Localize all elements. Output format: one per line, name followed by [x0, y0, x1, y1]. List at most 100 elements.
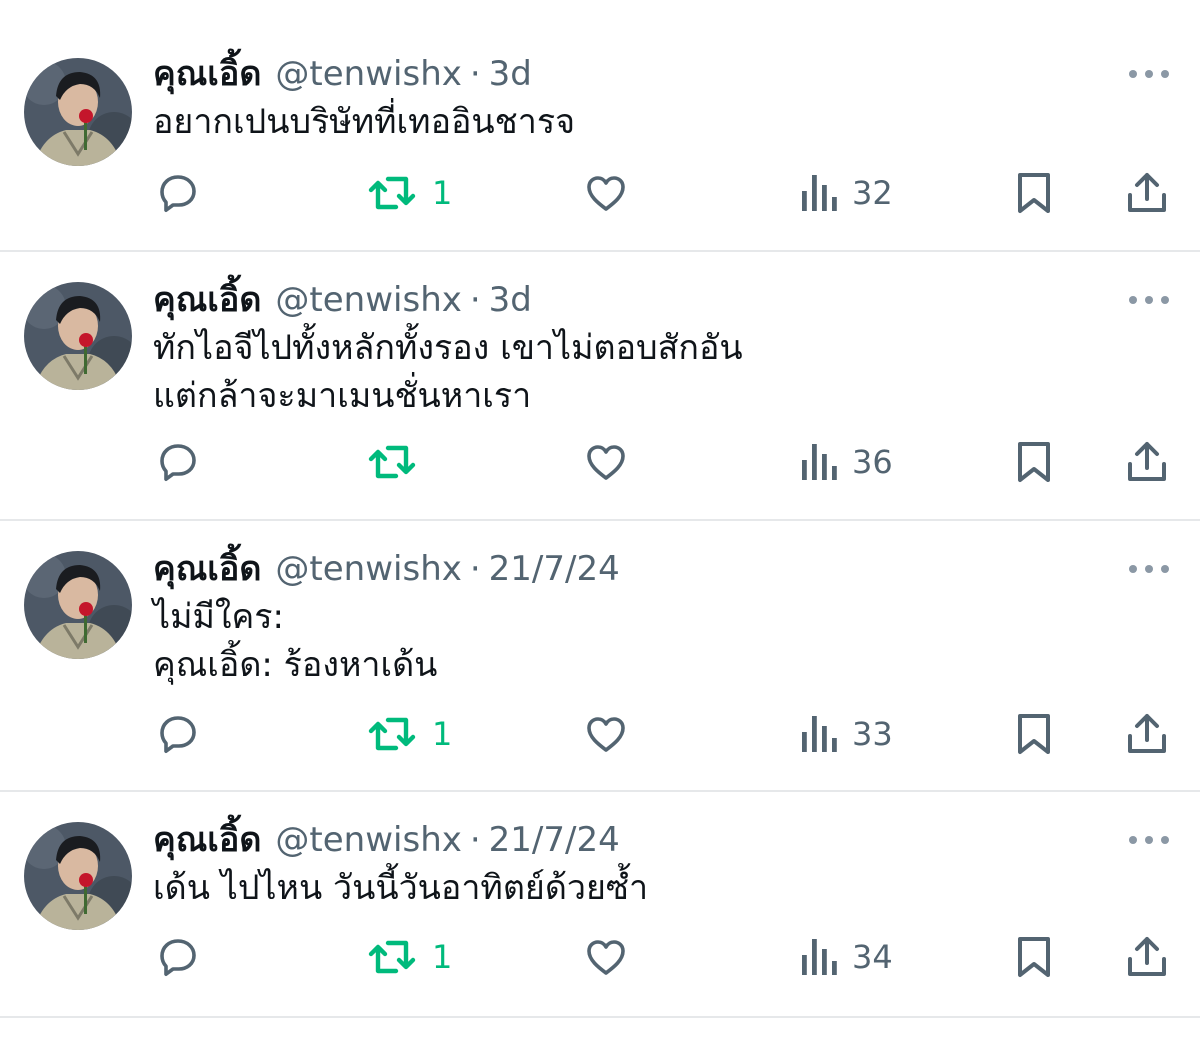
tweet-header: คุณเอิ้ด @tenwishx · 3d: [153, 276, 1140, 324]
like-button[interactable]: [582, 163, 642, 223]
bookmark-button[interactable]: [1012, 432, 1056, 492]
tweet-actions: 36: [0, 432, 1200, 492]
reply-button[interactable]: [154, 704, 214, 764]
timestamp[interactable]: 21/7/24: [489, 816, 620, 864]
avatar[interactable]: [24, 551, 132, 659]
avatar[interactable]: [24, 58, 132, 166]
tweet-text: ไม่มีใคร: คุณเอิ้ด: ร้องหาเด้น: [153, 597, 438, 685]
share-icon: [1124, 169, 1170, 217]
author-name[interactable]: คุณเอิ้ด: [153, 545, 261, 593]
author-name[interactable]: คุณเอิ้ด: [153, 50, 261, 98]
bookmark-button[interactable]: [1012, 163, 1056, 223]
separator-dot: ·: [469, 549, 481, 589]
author-handle[interactable]: @tenwishx: [275, 276, 461, 324]
avatar[interactable]: [24, 282, 132, 390]
share-icon: [1124, 933, 1170, 981]
tweet[interactable]: คุณเอิ้ด @tenwishx · 21/7/24 ไม่มีใคร: ค…: [0, 521, 1200, 792]
reply-icon: [154, 169, 202, 217]
reply-button[interactable]: [154, 432, 214, 492]
reply-icon: [154, 438, 202, 486]
tweet-text: ทักไอจีไปทั้งหลักทั้งรอง เขาไม่ตอบสักอัน…: [153, 328, 743, 416]
retweet-icon: [366, 933, 418, 981]
reply-button[interactable]: [154, 163, 214, 223]
separator-dot: ·: [469, 54, 481, 94]
tweet-header: คุณเอิ้ด @tenwishx · 21/7/24: [153, 816, 1140, 864]
views-count: 32: [852, 174, 893, 212]
reply-icon: [154, 710, 202, 758]
retweet-button[interactable]: [366, 432, 432, 492]
more-icon[interactable]: [1128, 64, 1170, 84]
tweet-actions: 1 34: [0, 927, 1200, 987]
views-button[interactable]: 32: [800, 163, 893, 223]
views-icon: [800, 438, 840, 486]
like-button[interactable]: [582, 927, 642, 987]
retweet-button[interactable]: 1: [366, 163, 452, 223]
timestamp[interactable]: 21/7/24: [489, 545, 620, 593]
tweet[interactable]: คุณเอิ้ด @tenwishx · 21/7/24 เด้น ไปไหน …: [0, 792, 1200, 1018]
bookmark-icon: [1012, 169, 1056, 217]
retweet-icon: [366, 438, 418, 486]
views-icon: [800, 169, 840, 217]
tweet[interactable]: คุณเอิ้ด @tenwishx · 3d ทักไอจีไปทั้งหลั…: [0, 252, 1200, 521]
views-count: 33: [852, 715, 893, 753]
tweet-content: คุณเอิ้ด @tenwishx · 21/7/24 ไม่มีใคร: ค…: [153, 545, 1140, 689]
views-icon: [800, 710, 840, 758]
more-icon[interactable]: [1128, 559, 1170, 579]
author-handle[interactable]: @tenwishx: [275, 816, 461, 864]
separator-dot: ·: [469, 820, 481, 860]
views-count: 36: [852, 443, 893, 481]
bookmark-icon: [1012, 933, 1056, 981]
timestamp[interactable]: 3d: [489, 50, 532, 98]
share-icon: [1124, 438, 1170, 486]
views-button[interactable]: 33: [800, 704, 893, 764]
retweet-button[interactable]: 1: [366, 927, 452, 987]
heart-icon: [582, 710, 630, 758]
tweet-content: คุณเอิ้ด @tenwishx · 3d ทักไอจีไปทั้งหลั…: [153, 276, 1140, 420]
like-button[interactable]: [582, 432, 642, 492]
heart-icon: [582, 933, 630, 981]
heart-icon: [582, 169, 630, 217]
more-icon[interactable]: [1128, 830, 1170, 850]
share-icon: [1124, 710, 1170, 758]
bookmark-icon: [1012, 438, 1056, 486]
more-icon[interactable]: [1128, 290, 1170, 310]
author-name[interactable]: คุณเอิ้ด: [153, 276, 261, 324]
retweet-count: 1: [432, 174, 453, 212]
share-button[interactable]: [1124, 163, 1170, 223]
timestamp[interactable]: 3d: [489, 276, 532, 324]
author-handle[interactable]: @tenwishx: [275, 545, 461, 593]
reply-icon: [154, 933, 202, 981]
views-icon: [800, 933, 840, 981]
tweet-text: เด้น ไปไหน วันนี้วันอาทิตย์ด้วยซ้ำ: [153, 868, 649, 908]
author-name[interactable]: คุณเอิ้ด: [153, 816, 261, 864]
timeline: คุณเอิ้ด @tenwishx · 3d อยากเปนบริษัทที่…: [0, 0, 1200, 1018]
retweet-icon: [366, 169, 418, 217]
like-button[interactable]: [582, 704, 642, 764]
tweet-actions: 1 32: [0, 163, 1200, 223]
tweet-content: คุณเอิ้ด @tenwishx · 3d อยากเปนบริษัทที่…: [153, 50, 1140, 146]
retweet-count: 1: [432, 938, 453, 976]
avatar[interactable]: [24, 822, 132, 930]
tweet-header: คุณเอิ้ด @tenwishx · 3d: [153, 50, 1140, 98]
share-button[interactable]: [1124, 432, 1170, 492]
retweet-icon: [366, 710, 418, 758]
views-button[interactable]: 34: [800, 927, 893, 987]
views-count: 34: [852, 938, 893, 976]
tweet-content: คุณเอิ้ด @tenwishx · 21/7/24 เด้น ไปไหน …: [153, 816, 1140, 912]
share-button[interactable]: [1124, 704, 1170, 764]
tweet-actions: 1 33: [0, 704, 1200, 764]
separator-dot: ·: [469, 280, 481, 320]
bookmark-button[interactable]: [1012, 704, 1056, 764]
tweet-text: อยากเปนบริษัทที่เทออินชารจ: [153, 102, 576, 142]
tweet-header: คุณเอิ้ด @tenwishx · 21/7/24: [153, 545, 1140, 593]
author-handle[interactable]: @tenwishx: [275, 50, 461, 98]
reply-button[interactable]: [154, 927, 214, 987]
bookmark-icon: [1012, 710, 1056, 758]
retweet-count: 1: [432, 715, 453, 753]
heart-icon: [582, 438, 630, 486]
tweet[interactable]: คุณเอิ้ด @tenwishx · 3d อยากเปนบริษัทที่…: [0, 0, 1200, 252]
retweet-button[interactable]: 1: [366, 704, 452, 764]
share-button[interactable]: [1124, 927, 1170, 987]
bookmark-button[interactable]: [1012, 927, 1056, 987]
views-button[interactable]: 36: [800, 432, 893, 492]
